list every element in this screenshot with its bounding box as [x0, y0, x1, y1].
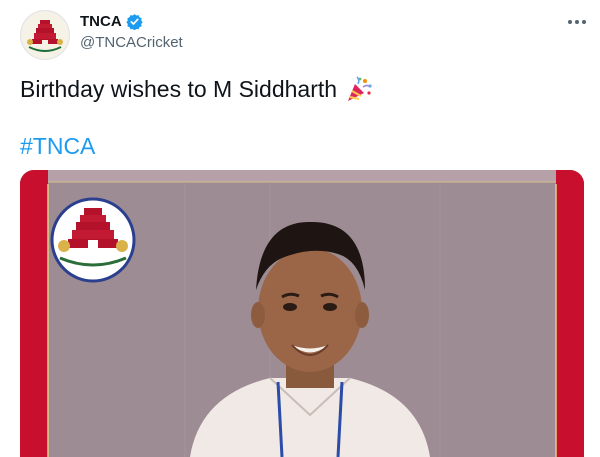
more-options-button[interactable] [564, 12, 590, 32]
tweet-text-content: Birthday wishes to M Siddharth [20, 76, 338, 102]
tnca-logo-icon [23, 13, 67, 57]
party-popper-icon [348, 76, 372, 101]
account-display-name[interactable]: TNCA [80, 13, 122, 30]
tweet-header: TNCA @TNCACricket [20, 10, 590, 60]
tweet-photo-artwork [20, 170, 584, 457]
verified-badge-icon [126, 13, 143, 30]
photo-frame-right [556, 170, 584, 457]
account-name-row[interactable]: TNCA [80, 13, 143, 30]
account-handle[interactable]: @TNCACricket [80, 34, 183, 51]
photo-frame-left [20, 170, 48, 457]
tweet-photo[interactable] [20, 170, 584, 457]
tweet-text: Birthday wishes to M Siddharth [20, 75, 373, 103]
more-options-icon [568, 20, 586, 24]
account-avatar[interactable] [20, 10, 70, 60]
hashtag-link[interactable]: #TNCA [20, 133, 95, 160]
tnca-logo-icon [50, 197, 136, 283]
